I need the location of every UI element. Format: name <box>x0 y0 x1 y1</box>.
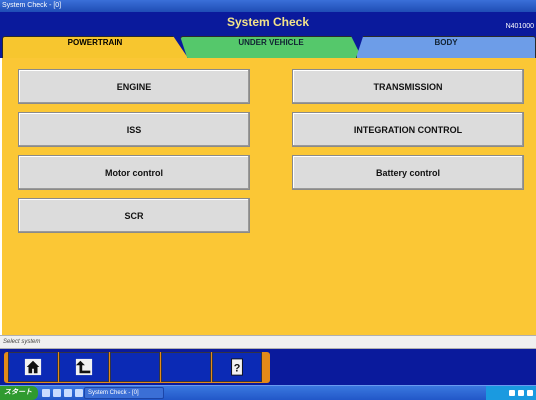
integration-control-button[interactable]: INTEGRATION CONTROL <box>292 112 524 147</box>
toolbar-empty-button-1[interactable] <box>110 352 160 382</box>
tab-under-vehicle[interactable]: UNDER VEHICLE <box>180 36 362 58</box>
help-icon: ? <box>231 358 243 376</box>
back-up-arrow-icon <box>75 358 93 376</box>
tab-body[interactable]: BODY <box>356 36 536 58</box>
bottom-toolbar: ? <box>0 349 536 385</box>
app-header: System Check N401000 <box>0 12 536 34</box>
system-tray <box>486 386 536 400</box>
status-bar: Select system <box>0 335 536 349</box>
scr-button[interactable]: SCR <box>18 198 250 233</box>
screen-code: N401000 <box>505 23 534 30</box>
tab-strip: POWERTRAIN UNDER VEHICLE BODY <box>0 34 536 58</box>
quick-launch-icon[interactable] <box>53 389 61 397</box>
help-button[interactable]: ? <box>212 352 262 382</box>
toolbar-empty-button-2[interactable] <box>161 352 211 382</box>
quick-launch <box>42 389 83 397</box>
engine-button[interactable]: ENGINE <box>18 69 250 104</box>
status-text: Select system <box>3 339 41 345</box>
system-panel: ENGINE TRANSMISSION ISS INTEGRATION CONT… <box>2 58 536 335</box>
quick-launch-icon[interactable] <box>42 389 50 397</box>
page-title: System Check <box>226 15 310 29</box>
battery-control-button[interactable]: Battery control <box>292 155 524 190</box>
home-icon <box>24 358 42 376</box>
iss-button[interactable]: ISS <box>18 112 250 147</box>
tray-icon[interactable] <box>509 390 515 396</box>
taskbar-item[interactable]: System Check - [0] <box>84 387 164 399</box>
os-taskbar: スタート System Check - [0] <box>0 385 536 400</box>
quick-launch-icon[interactable] <box>75 389 83 397</box>
tray-icon[interactable] <box>527 390 533 396</box>
start-button[interactable]: スタート <box>0 386 38 400</box>
window-titlebar: System Check - [0] <box>0 0 536 12</box>
help-label: ? <box>234 363 241 375</box>
tab-powertrain[interactable]: POWERTRAIN <box>2 36 188 58</box>
tray-icon[interactable] <box>518 390 524 396</box>
motor-control-button[interactable]: Motor control <box>18 155 250 190</box>
back-button[interactable] <box>59 352 109 382</box>
quick-launch-icon[interactable] <box>64 389 72 397</box>
home-button[interactable] <box>8 352 58 382</box>
window-title: System Check - [0] <box>2 2 62 9</box>
transmission-button[interactable]: TRANSMISSION <box>292 69 524 104</box>
